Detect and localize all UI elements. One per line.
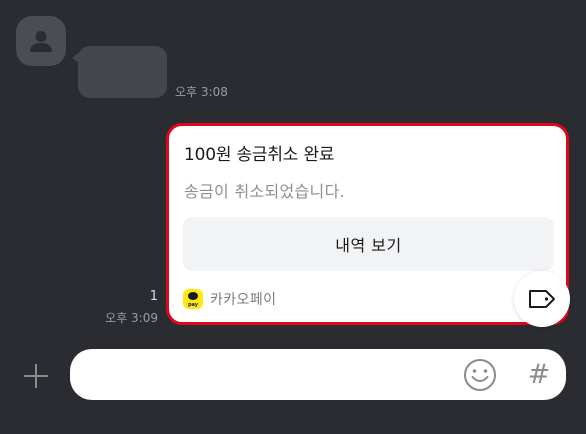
emoji-button[interactable]: [463, 358, 497, 392]
avatar[interactable]: [16, 16, 66, 66]
card-title: 100원 송금취소 완료: [184, 145, 335, 165]
view-history-button[interactable]: 내역 보기: [183, 217, 554, 271]
payment-cancel-card[interactable]: 100원 송금취소 완료 송금이 취소되었습니다. 내역 보기 pay 카카오페…: [166, 123, 569, 325]
kakaopay-logo-icon: pay: [183, 289, 203, 309]
card-subtitle: 송금이 취소되었습니다.: [184, 182, 345, 201]
tag-icon: [529, 290, 555, 308]
attach-button[interactable]: [20, 360, 52, 392]
brand-label: 카카오페이: [210, 292, 277, 308]
unread-count: 1: [149, 289, 158, 304]
hashtag-button[interactable]: #: [524, 356, 554, 392]
person-icon: [30, 31, 52, 52]
outgoing-meta: 1 오후 3:09: [105, 288, 158, 326]
share-button[interactable]: [514, 271, 570, 327]
smiley-icon: [464, 359, 496, 391]
plus-icon: [24, 364, 48, 388]
outgoing-timestamp: 오후 3:09: [105, 311, 158, 325]
incoming-timestamp: 오후 3:08: [175, 85, 228, 99]
incoming-message-bubble[interactable]: [72, 46, 167, 98]
pay-logo-text: pay: [187, 302, 199, 308]
kakaopay-brand: pay 카카오페이: [183, 289, 276, 309]
